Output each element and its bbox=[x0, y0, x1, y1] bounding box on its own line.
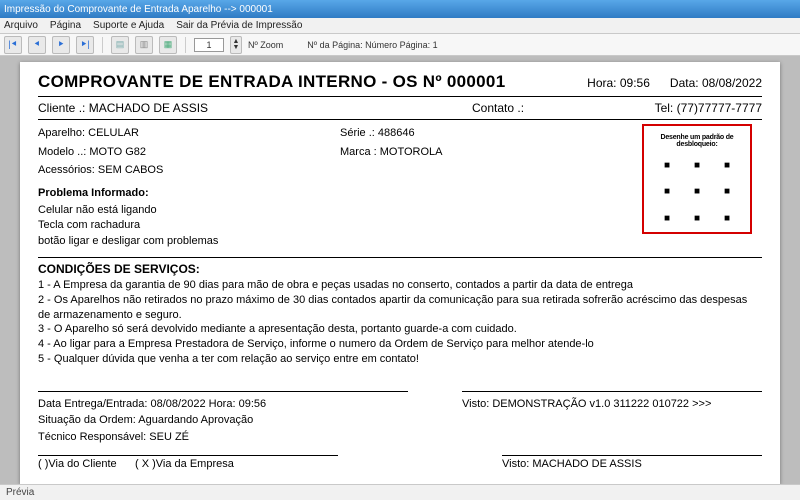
acessorios-value: SEM CABOS bbox=[98, 164, 163, 176]
stepper-icon: ▲▼ bbox=[233, 39, 240, 51]
pattern-dot: ■ bbox=[682, 205, 712, 232]
pattern-dot: ■ bbox=[652, 152, 682, 179]
serie-label: Série .: bbox=[340, 127, 375, 139]
nav-first-icon: |⯇ bbox=[8, 39, 18, 50]
problema-line: Tecla com rachadura bbox=[38, 218, 340, 233]
tel-value: (77)77777-7777 bbox=[677, 101, 762, 115]
contato-label: Contato .: bbox=[472, 101, 524, 115]
menu-sair[interactable]: Sair da Prévia de Impressão bbox=[176, 20, 302, 31]
pattern-dot: ■ bbox=[682, 152, 712, 179]
pattern-dot: ■ bbox=[652, 179, 682, 206]
pattern-dot: ■ bbox=[682, 179, 712, 206]
via-empresa: ( X )Via da Empresa bbox=[135, 458, 234, 470]
via-signature: ( )Via do Cliente ( X )Via da Empresa bbox=[38, 455, 338, 470]
zoom-label: Nº Zoom bbox=[248, 40, 283, 50]
divider bbox=[38, 96, 762, 97]
modelo-label: Modelo ..: bbox=[38, 146, 86, 158]
condicao-line: 1 - A Empresa da garantia de 90 dias par… bbox=[38, 278, 762, 293]
pattern-title: Desenhe um padrão de desbloqueio: bbox=[652, 134, 742, 148]
tecnico-line: Técnico Responsável: SEU ZÉ bbox=[38, 429, 408, 446]
tool-button-3[interactable]: ▦ bbox=[159, 36, 177, 54]
situacao-line: Situação da Ordem: Aguardando Aprovação bbox=[38, 412, 408, 429]
acessorios-label: Acessórios: bbox=[38, 164, 95, 176]
problema-line: botão ligar e desligar com problemas bbox=[38, 234, 340, 249]
toolbar-separator-2 bbox=[185, 37, 186, 53]
nav-last-icon: ⯈| bbox=[80, 39, 90, 50]
aparelho-label: Aparelho: bbox=[38, 127, 85, 139]
tool-button-2[interactable]: ▥ bbox=[135, 36, 153, 54]
condicoes-title: CONDIÇÕES DE SERVIÇOS: bbox=[38, 262, 762, 276]
nav-last-button[interactable]: ⯈| bbox=[76, 36, 94, 54]
document-page: COMPROVANTE DE ENTRADA INTERNO - OS Nº 0… bbox=[20, 62, 780, 484]
hora-value: 09:56 bbox=[620, 76, 650, 90]
cliente-value: MACHADO DE ASSIS bbox=[89, 101, 208, 115]
zoom-input[interactable]: 1 bbox=[194, 38, 224, 52]
tool-button-1[interactable]: ▤ bbox=[111, 36, 129, 54]
modelo-value: MOTO G82 bbox=[89, 146, 146, 158]
pattern-dot: ■ bbox=[712, 205, 742, 232]
nav-first-button[interactable]: |⯇ bbox=[4, 36, 22, 54]
zoom-stepper[interactable]: ▲▼ bbox=[230, 36, 242, 54]
nav-next-button[interactable]: ⯈ bbox=[52, 36, 70, 54]
visto-cliente-line: Visto: MACHADO DE ASSIS bbox=[502, 455, 762, 470]
condicao-line: 3 - O Aparelho só será devolvido mediant… bbox=[38, 322, 762, 337]
header-datetime: Hora: 09:56 Data: 08/08/2022 bbox=[587, 76, 762, 90]
nav-next-icon: ⯈ bbox=[57, 39, 64, 50]
menu-bar: Arquivo Página Suporte e Ajuda Sair da P… bbox=[0, 18, 800, 34]
condicao-line: 5 - Qualquer dúvida que venha a ter com … bbox=[38, 352, 762, 367]
menu-pagina[interactable]: Página bbox=[50, 20, 81, 31]
aparelho-value: CELULAR bbox=[88, 127, 139, 139]
marca-label: Marca : bbox=[340, 146, 377, 158]
doc2-icon: ▥ bbox=[140, 39, 149, 50]
unlock-pattern-box: Desenhe um padrão de desbloqueio: ■■■ ■■… bbox=[642, 124, 752, 234]
problema-title: Problema Informado: bbox=[38, 184, 340, 203]
window-title: Impressão do Comprovante de Entrada Apar… bbox=[4, 4, 273, 15]
via-cliente: ( )Via do Cliente bbox=[38, 458, 117, 470]
hora-label: Hora: bbox=[587, 76, 616, 90]
divider bbox=[462, 391, 762, 392]
status-previa: Prévia bbox=[6, 487, 34, 498]
data-label: Data: bbox=[670, 76, 699, 90]
toolbar-separator bbox=[102, 37, 103, 53]
data-value: 08/08/2022 bbox=[702, 76, 762, 90]
serie-value: 488646 bbox=[378, 127, 415, 139]
nav-prev-button[interactable]: ⯇ bbox=[28, 36, 46, 54]
doc3-icon: ▦ bbox=[164, 39, 173, 50]
pattern-dot: ■ bbox=[652, 205, 682, 232]
condicao-line: 2 - Os Aparelhos não retirados no prazo … bbox=[38, 293, 762, 323]
pattern-dot-grid: ■■■ ■■■ ■■■ bbox=[652, 152, 742, 232]
divider bbox=[38, 119, 762, 120]
doc-icon: ▤ bbox=[116, 39, 125, 50]
entrega-line: Data Entrega/Entrada: 08/08/2022 Hora: 0… bbox=[38, 396, 408, 413]
menu-suporte[interactable]: Suporte e Ajuda bbox=[93, 20, 164, 31]
condicao-line: 4 - Ao ligar para a Empresa Prestadora d… bbox=[38, 337, 762, 352]
toolbar: |⯇ ⯇ ⯈ ⯈| ▤ ▥ ▦ 1 ▲▼ Nº Zoom Nº da Págin… bbox=[0, 34, 800, 56]
document-title: COMPROVANTE DE ENTRADA INTERNO - OS Nº 0… bbox=[38, 72, 505, 92]
problema-line: Celular não está ligando bbox=[38, 203, 340, 218]
title-bar: Impressão do Comprovante de Entrada Apar… bbox=[0, 0, 800, 18]
status-bar: Prévia bbox=[0, 484, 800, 500]
print-preview-viewport: COMPROVANTE DE ENTRADA INTERNO - OS Nº 0… bbox=[0, 56, 800, 484]
divider bbox=[38, 257, 762, 258]
divider bbox=[38, 391, 408, 392]
pattern-dot: ■ bbox=[712, 179, 742, 206]
pattern-dot: ■ bbox=[712, 152, 742, 179]
visto-demo: Visto: DEMONSTRAÇÃO v1.0 311222 010722 >… bbox=[462, 396, 762, 413]
page-info-label: Nº da Página: Número Página: 1 bbox=[307, 40, 437, 50]
cliente-label: Cliente .: bbox=[38, 101, 85, 115]
nav-prev-icon: ⯇ bbox=[33, 39, 40, 50]
marca-value: MOTOROLA bbox=[380, 146, 443, 158]
menu-arquivo[interactable]: Arquivo bbox=[4, 20, 38, 31]
tel-label: Tel: bbox=[655, 101, 674, 115]
